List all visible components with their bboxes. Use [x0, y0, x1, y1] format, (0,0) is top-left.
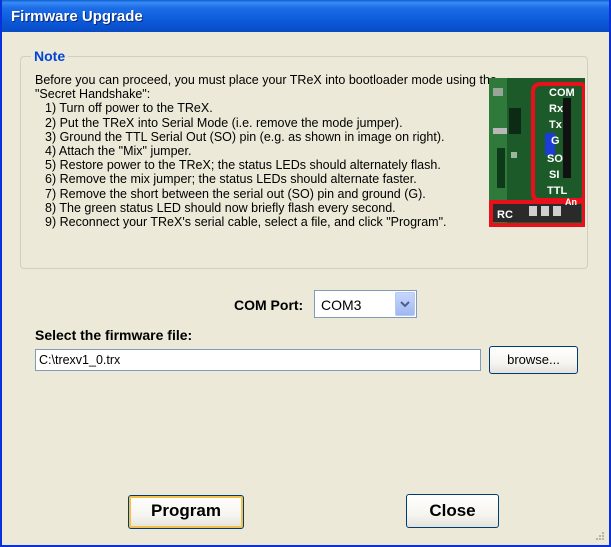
firmware-upgrade-window: Firmware Upgrade Note Before you can pro…	[0, 0, 611, 547]
note-step-6: 6) Remove the mix jumper; the status LED…	[45, 172, 417, 187]
program-button[interactable]: Program	[128, 495, 244, 529]
board-label-si: SI	[549, 169, 559, 181]
note-step-3: 3) Ground the TTL Serial Out (SO) pin (e…	[45, 129, 445, 144]
com-port-label: COM Port:	[234, 297, 304, 313]
board-label-tx: Tx	[549, 119, 563, 131]
note-step-7: 7) Remove the short between the serial o…	[45, 186, 426, 201]
com-port-select[interactable]: COM3	[314, 290, 417, 318]
note-step-4: 4) Attach the "Mix" jumper.	[45, 144, 192, 159]
firmware-path-input[interactable]	[35, 349, 481, 371]
note-text: Before you can proceed, you must place y…	[35, 73, 507, 229]
trex-board-image: COM Rx Tx G SO SI TTL RC An	[489, 78, 585, 227]
board-label-so: SO	[547, 153, 563, 165]
dropdown-arrow-button[interactable]	[395, 292, 415, 316]
note-legend: Note	[31, 48, 69, 64]
resize-grip-icon[interactable]	[595, 531, 605, 541]
note-step-2: 2) Put the TReX into Serial Mode (i.e. r…	[45, 115, 403, 130]
window-title: Firmware Upgrade	[11, 8, 143, 25]
close-button[interactable]: Close	[406, 494, 499, 528]
note-intro: Before you can proceed, you must place y…	[35, 73, 497, 102]
board-label-g: G	[551, 135, 560, 147]
title-bar[interactable]: Firmware Upgrade	[2, 0, 609, 32]
chevron-down-icon	[400, 301, 410, 308]
note-step-8: 8) The green status LED should now brief…	[45, 200, 396, 215]
note-step-5: 5) Restore power to the TReX; the status…	[45, 158, 441, 173]
browse-button[interactable]: browse...	[489, 346, 578, 374]
note-step-1: 1) Turn off power to the TReX.	[45, 101, 213, 116]
note-step-9: 9) Reconnect your TReX's serial cable, s…	[45, 215, 447, 230]
board-label-ttl: TTL	[547, 185, 567, 197]
com-port-value: COM3	[321, 297, 362, 313]
board-label-rc: RC	[497, 209, 513, 221]
board-label-an: An	[565, 197, 577, 207]
firmware-file-label: Select the firmware file:	[35, 327, 193, 343]
board-label-rx: Rx	[549, 103, 564, 115]
board-label-com: COM	[549, 87, 575, 99]
